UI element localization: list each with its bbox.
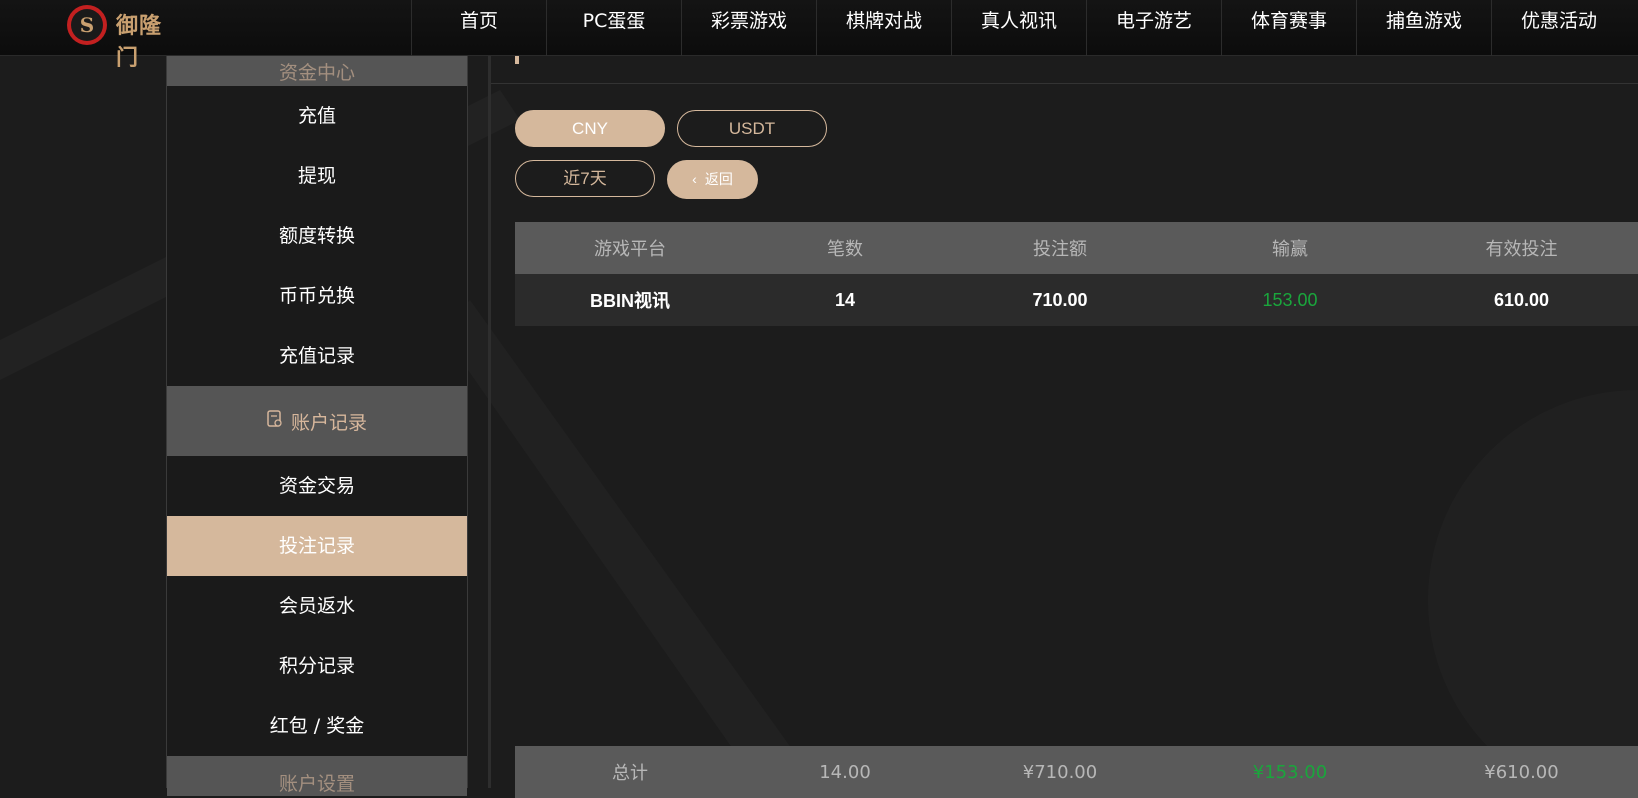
cell-winloss: 153.00: [1262, 289, 1318, 310]
sidebar-group-records[interactable]: 账户记录: [167, 386, 467, 456]
sidebar: 资金中心 充值 提现 额度转换 币币兑换 充值记录 账户记录 资金交易 投注记录…: [166, 56, 468, 796]
bet-records-table: 游戏平台 笔数 投注额 输赢 有效投注 BBIN视讯 14 710.00 153…: [515, 222, 1638, 326]
total-bet: ¥710.00: [1022, 761, 1098, 783]
sidebar-group-settings-label: 账户设置: [278, 773, 355, 795]
sidebar-item-points[interactable]: 积分记录: [167, 636, 467, 696]
sidebar-item-withdraw[interactable]: 提现: [167, 146, 467, 206]
content-divider: [488, 56, 491, 788]
nav-fishing[interactable]: 捕鱼游戏: [1356, 0, 1491, 56]
sidebar-item-rebate[interactable]: 会员返水: [167, 576, 467, 636]
column-header-platform: 游戏平台: [594, 239, 666, 260]
brand-logo-icon: S: [67, 5, 107, 45]
content-header: [491, 56, 1638, 84]
nav-sports[interactable]: 体育赛事: [1221, 0, 1356, 56]
sidebar-item-deposit-records[interactable]: 充值记录: [167, 326, 467, 386]
nav-live-casino[interactable]: 真人视讯: [951, 0, 1086, 56]
nav-slots[interactable]: 电子游艺: [1086, 0, 1221, 56]
cell-platform: BBIN视讯: [590, 291, 670, 311]
column-header-count: 笔数: [827, 239, 863, 260]
main-nav: 首页 PC蛋蛋 彩票游戏 棋牌对战 真人视讯 电子游艺 体育赛事 捕鱼游戏 优惠…: [411, 0, 1626, 56]
sidebar-item-bet-records[interactable]: 投注记录: [167, 516, 467, 576]
back-button-label: 返回: [704, 171, 733, 187]
document-icon: [267, 410, 283, 432]
cell-count: 14: [834, 289, 856, 310]
nav-home[interactable]: 首页: [411, 0, 546, 56]
svg-text:S: S: [80, 13, 94, 37]
nav-pc-dandan[interactable]: PC蛋蛋: [546, 0, 681, 56]
content-header-mark: [515, 56, 519, 64]
sidebar-item-transfer[interactable]: 额度转换: [167, 206, 467, 266]
chevron-left-icon: ‹: [692, 171, 697, 187]
cell-valid-bet: 610.00: [1493, 289, 1550, 310]
sidebar-group-account-settings[interactable]: 账户设置: [167, 756, 467, 796]
nav-promotions[interactable]: 优惠活动: [1491, 0, 1626, 56]
table-header: 游戏平台 笔数 投注额 输赢 有效投注: [515, 222, 1638, 274]
sidebar-item-transactions[interactable]: 资金交易: [167, 456, 467, 516]
column-header-winloss: 输赢: [1272, 239, 1308, 260]
nav-chess-cards[interactable]: 棋牌对战: [816, 0, 951, 56]
table-total-row: 总计 14.00 ¥710.00 ¥153.00 ¥610.00: [515, 746, 1638, 798]
total-label: 总计: [612, 763, 648, 784]
date-range-button[interactable]: 近7天: [515, 160, 655, 197]
nav-lottery[interactable]: 彩票游戏: [681, 0, 816, 56]
cell-bet: 710.00: [1032, 289, 1088, 310]
sidebar-group-funds[interactable]: 资金中心: [167, 56, 467, 86]
brand-logo-text: 御隆门: [116, 13, 163, 71]
currency-usdt-button[interactable]: USDT: [677, 110, 827, 147]
sidebar-item-bonus[interactable]: 红包 / 奖金: [167, 696, 467, 756]
sidebar-group-records-label: 账户记录: [290, 411, 367, 434]
sidebar-item-deposit[interactable]: 充值: [167, 86, 467, 146]
currency-cny-button[interactable]: CNY: [515, 110, 665, 147]
back-button[interactable]: ‹ 返回: [667, 160, 758, 199]
top-navbar: S 御隆门 首页 PC蛋蛋 彩票游戏 棋牌对战 真人视讯 电子游艺 体育赛事 捕…: [0, 0, 1638, 71]
column-header-bet: 投注额: [1033, 239, 1087, 260]
sidebar-item-coin-exchange[interactable]: 币币兑换: [167, 266, 467, 326]
column-header-valid-bet: 有效投注: [1485, 239, 1558, 260]
total-count: 14.00: [819, 761, 871, 783]
brand-logo[interactable]: S 御隆门: [64, 2, 184, 71]
total-valid-bet: ¥610.00: [1484, 761, 1559, 783]
table-row[interactable]: BBIN视讯 14 710.00 153.00 610.00: [515, 274, 1638, 326]
total-winloss: ¥153.00: [1252, 761, 1328, 783]
sidebar-group-funds-label: 资金中心: [278, 61, 355, 84]
